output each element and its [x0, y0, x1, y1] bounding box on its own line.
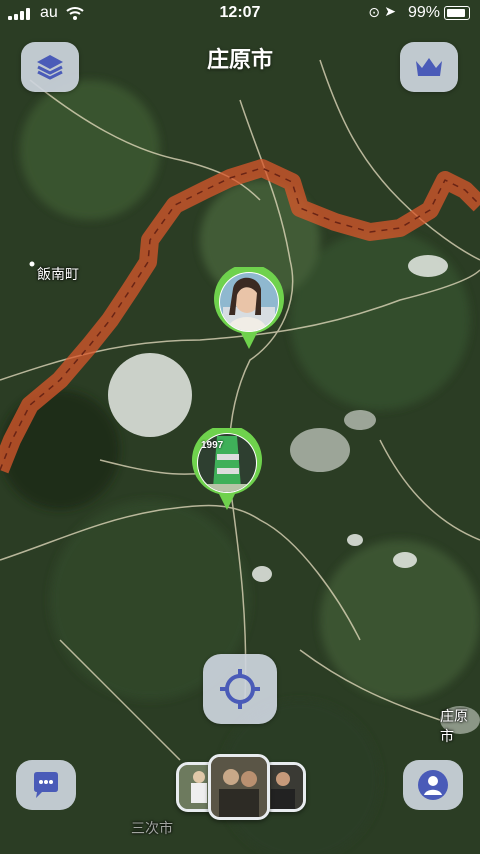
photo-stack[interactable]	[176, 754, 306, 820]
profile-button[interactable]	[403, 760, 463, 810]
battery-icon	[444, 6, 470, 20]
photo-pin[interactable]	[213, 263, 285, 354]
photo-pin-caption: 1997	[201, 440, 224, 451]
chat-button[interactable]	[16, 760, 76, 810]
layers-icon	[37, 55, 63, 80]
photo-pin[interactable]: 1997	[191, 424, 263, 515]
locate-me-button[interactable]	[203, 654, 277, 724]
battery-percent: 99%	[407, 4, 440, 21]
status-bar: au 12:07 ⊙ ➤ 99%	[0, 0, 480, 28]
person-icon	[418, 770, 448, 800]
crown-icon	[416, 58, 442, 76]
place-label: 三次市	[131, 820, 173, 836]
satellite-map[interactable]	[0, 0, 480, 854]
photo-thumbnail[interactable]	[208, 754, 270, 820]
place-label: 庄原市	[440, 708, 468, 744]
place-label: 飯南町	[37, 266, 79, 282]
premium-button[interactable]	[400, 42, 458, 92]
crosshair-icon	[220, 669, 260, 709]
photo-pin-marker	[214, 263, 284, 349]
layers-button[interactable]	[21, 42, 79, 92]
chat-bubble-icon	[34, 772, 58, 798]
rotation-lock-icon: ⊙	[368, 4, 380, 20]
location-arrow-icon: ➤	[384, 3, 396, 19]
